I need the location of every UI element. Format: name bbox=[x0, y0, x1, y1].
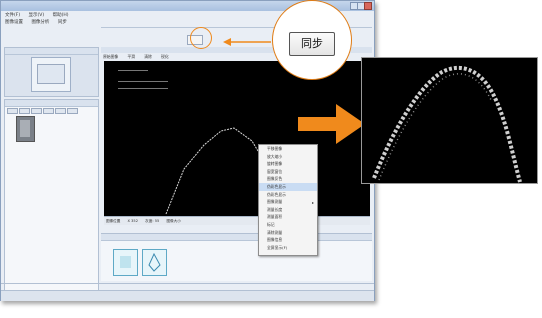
ctx-item-zoom[interactable]: 放大缩小 bbox=[259, 153, 317, 161]
tab-sync[interactable]: 同步 bbox=[58, 20, 67, 25]
series-thumbnail-image bbox=[20, 120, 30, 137]
viewer-tool-smooth[interactable]: 平滑 bbox=[127, 54, 135, 59]
preview-panel bbox=[4, 47, 99, 97]
filmstrip-item-2-image bbox=[148, 253, 161, 272]
status-bar bbox=[1, 290, 374, 301]
close-button[interactable] bbox=[364, 2, 372, 10]
series-tab-5[interactable] bbox=[55, 108, 66, 114]
viewer-tool-original[interactable]: 原始图像 bbox=[103, 54, 118, 59]
ctx-item-area[interactable]: 测量面积 bbox=[259, 213, 317, 221]
ctx-item-length[interactable]: 测量长度 bbox=[259, 206, 317, 214]
zoomed-image-inset bbox=[361, 57, 538, 184]
tab-image-analysis[interactable]: 图像分析 bbox=[31, 20, 49, 25]
series-tab-4[interactable] bbox=[43, 108, 54, 114]
ctx-item-fullscreen[interactable]: 全屏显示(F) bbox=[259, 244, 317, 252]
menu-file[interactable]: 文件(F) bbox=[5, 13, 20, 18]
ctx-item-info[interactable]: 图像信息 bbox=[259, 236, 317, 244]
preview-thumbnail bbox=[31, 57, 71, 92]
filmstrip-header bbox=[101, 234, 372, 241]
ctx-item-measure[interactable]: 图像测量 bbox=[259, 198, 317, 206]
viewer-tool-clear[interactable]: 清除 bbox=[144, 54, 152, 59]
series-tab-2[interactable] bbox=[19, 108, 30, 114]
status-position-label: 图像位置 bbox=[106, 219, 121, 223]
ctx-item-rotate[interactable]: 旋转图像 bbox=[259, 160, 317, 168]
submenu-arrow-icon: ▸ bbox=[311, 200, 314, 205]
ctx-item-window[interactable]: 窗宽窗位 bbox=[259, 168, 317, 176]
series-tab-1[interactable] bbox=[7, 108, 18, 114]
series-thumbnail[interactable] bbox=[16, 116, 35, 142]
status-size: 图像大小 bbox=[166, 219, 181, 223]
status-x: X 352 bbox=[127, 219, 138, 223]
series-panel bbox=[4, 99, 99, 291]
status-gray: 灰度: 55 bbox=[145, 219, 160, 223]
filmstrip-item-2[interactable] bbox=[142, 249, 167, 276]
series-toolbar bbox=[7, 108, 79, 116]
menu-view[interactable]: 显示(V) bbox=[29, 13, 45, 18]
filmstrip-item-1[interactable] bbox=[113, 249, 138, 276]
preview-image bbox=[37, 64, 65, 84]
right-arrow-icon bbox=[298, 104, 365, 144]
menu-help[interactable]: 帮助(H) bbox=[53, 13, 69, 18]
zoomed-curve bbox=[372, 66, 522, 183]
bottom-separator bbox=[1, 283, 374, 284]
series-tab-3[interactable] bbox=[31, 108, 42, 114]
series-tab-6[interactable] bbox=[67, 108, 78, 114]
left-arrow-icon bbox=[223, 38, 271, 46]
tab-image-settings[interactable]: 图像设置 bbox=[5, 20, 23, 25]
filmstrip-item-1-image bbox=[120, 256, 131, 268]
filmstrip-panel bbox=[101, 233, 372, 281]
preview-panel-header bbox=[5, 48, 98, 55]
window-controls[interactable] bbox=[350, 2, 372, 10]
ctx-item-pseudocolor-2[interactable]: 伪彩色显示 bbox=[259, 191, 317, 199]
ctx-item-pseudocolor[interactable]: 伪彩色显示 bbox=[259, 182, 317, 191]
ctx-item-pan[interactable]: 平移图像 bbox=[259, 145, 317, 153]
series-panel-header bbox=[5, 100, 98, 107]
context-menu: 平移图像 放大缩小 旋转图像 窗宽窗位 图像反色 伪彩色显示 伪彩色显示 图像测… bbox=[258, 144, 318, 256]
ctx-item-mark[interactable]: 标记 bbox=[259, 221, 317, 229]
sync-highlight-circle bbox=[190, 27, 212, 49]
viewer-statusbar: 图像位置 X 352 灰度: 55 图像大小 bbox=[104, 216, 370, 225]
viewer-tool-sharpen[interactable]: 锐化 bbox=[161, 54, 169, 59]
sync-button[interactable]: 同步 bbox=[289, 32, 335, 56]
ctx-item-clear[interactable]: 清除测量 bbox=[259, 229, 317, 237]
function-tabs: 图像设置 图像分析 同步 bbox=[5, 19, 74, 26]
ctx-item-invert[interactable]: 图像反色 bbox=[259, 175, 317, 183]
menu-bar: 文件(F) 显示(V) 帮助(H) bbox=[5, 12, 75, 19]
